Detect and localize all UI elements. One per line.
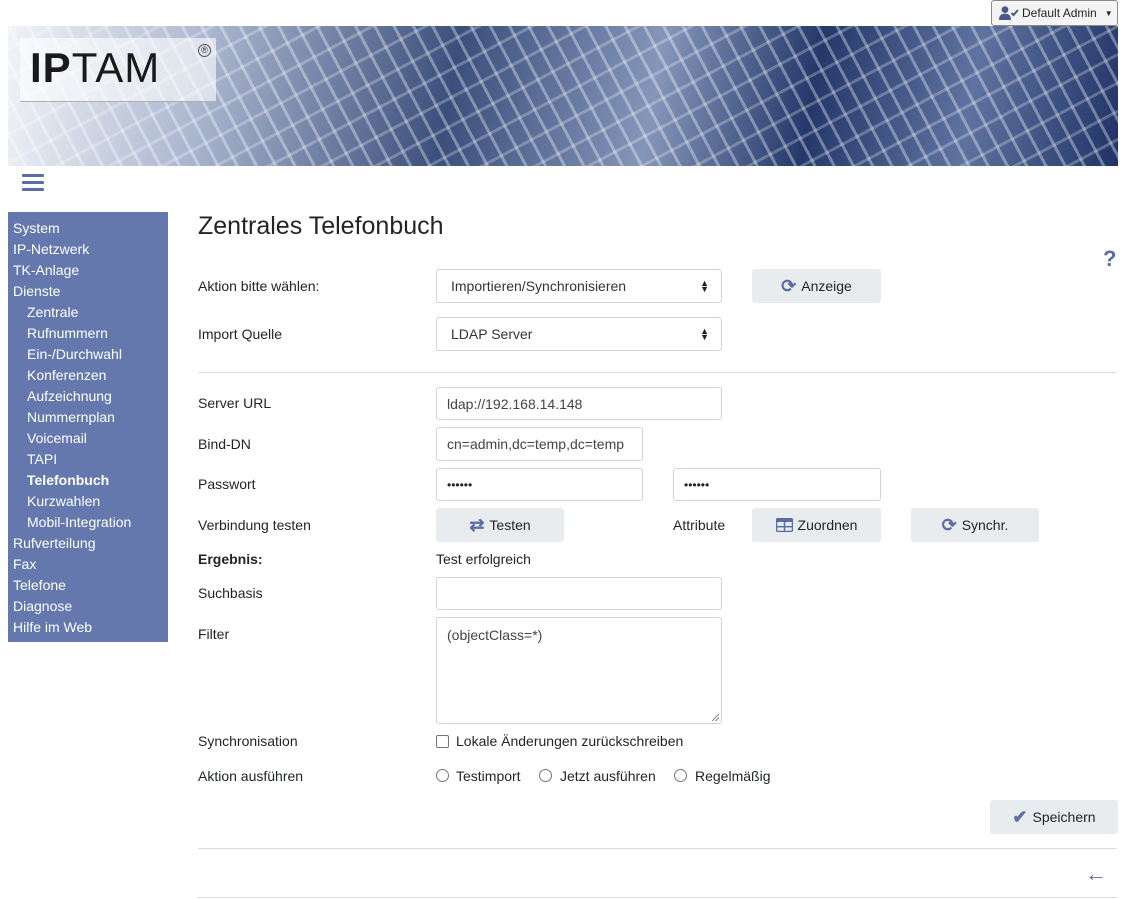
sidebar-item-dienste[interactable]: Dienste <box>8 281 168 302</box>
sidebar-item-rufverteilung[interactable]: Rufverteilung <box>8 533 168 554</box>
result-value: Test erfolgreich <box>436 551 531 567</box>
writeback-label[interactable]: Lokale Änderungen zurückschreiben <box>456 733 683 749</box>
action-select-value: Importieren/Synchronisieren <box>451 278 627 294</box>
attribute-label: Attribute <box>673 517 726 533</box>
logo-text-rest: TAM <box>71 44 161 91</box>
sidebar-item-tk-anlage[interactable]: TK-Anlage <box>8 260 168 281</box>
save-button[interactable]: ✔ Speichern <box>990 800 1118 834</box>
help-icon[interactable]: ? <box>1103 246 1116 272</box>
search-base-input[interactable] <box>436 577 722 610</box>
sidebar-item-diagnose[interactable]: Diagnose <box>8 596 168 617</box>
sidebar-item-zentrale[interactable]: Zentrale <box>8 302 168 323</box>
server-url-value: ldap://192.168.14.148 <box>447 395 583 412</box>
test-button-label: Testen <box>489 517 531 533</box>
sidebar-item-hilfe-im-web[interactable]: Hilfe im Web <box>8 617 168 638</box>
assign-button[interactable]: Zuordnen <box>752 508 881 542</box>
bind-dn-value: cn=admin,dc=temp,dc=temp <box>447 436 625 452</box>
exchange-arrows-icon: ⇄ <box>469 514 485 535</box>
filter-textarea[interactable]: (objectClass=*) <box>436 617 722 724</box>
divider <box>198 848 1117 849</box>
sidebar-item-telefone[interactable]: Telefone <box>8 575 168 596</box>
user-menu-button[interactable]: Default Admin ▼ <box>991 0 1118 26</box>
sidebar-item-ip-netzwerk[interactable]: IP-Netzwerk <box>8 239 168 260</box>
filter-label: Filter <box>198 626 230 642</box>
sync-button[interactable]: ⟳ Synchr. <box>911 508 1039 542</box>
logo: IPTAM ® <box>20 38 216 102</box>
select-arrows-icon: ▲ ▼ <box>700 278 709 294</box>
sidebar-item-nummernplan[interactable]: Nummernplan <box>8 407 168 428</box>
source-select[interactable]: LDAP Server ▲ ▼ <box>436 317 722 351</box>
sidebar-item-telefonbuch[interactable]: Telefonbuch <box>8 470 168 491</box>
result-label: Ergebnis: <box>198 551 263 567</box>
test-connection-label: Verbindung testen <box>198 517 311 533</box>
sync-button-label: Synchr. <box>961 517 1009 533</box>
search-base-label: Suchbasis <box>198 585 263 601</box>
sidebar-nav: System IP-Netzwerk TK-Anlage Dienste Zen… <box>8 212 168 642</box>
user-check-icon <box>999 6 1019 20</box>
filter-value: (objectClass=*) <box>447 627 543 643</box>
refresh-icon: ⟳ <box>941 514 957 535</box>
refresh-icon: ⟳ <box>781 275 797 296</box>
save-button-label: Speichern <box>1032 809 1096 825</box>
divider <box>198 897 1117 898</box>
run-action-label: Aktion ausführen <box>198 768 304 784</box>
test-button[interactable]: ⇄ Testen <box>436 508 564 542</box>
user-menu-label: Default Admin <box>1022 6 1097 20</box>
sidebar-item-aufzeichnung[interactable]: Aufzeichnung <box>8 386 168 407</box>
password-confirm-input[interactable]: •••••• <box>673 468 881 501</box>
radio-regelmaessig-label[interactable]: Regelmäßig <box>695 768 770 784</box>
bind-dn-label: Bind-DN <box>198 436 251 452</box>
radio-jetzt-ausfuehren[interactable] <box>539 769 552 782</box>
display-button-label: Anzeige <box>801 278 852 294</box>
radio-regelmaessig[interactable] <box>674 769 687 782</box>
logo-registered-mark: ® <box>198 44 211 57</box>
action-label: Aktion bitte wählen: <box>198 278 320 294</box>
sidebar-item-konferenzen[interactable]: Konferenzen <box>8 365 168 386</box>
radio-testimport-label[interactable]: Testimport <box>456 768 521 784</box>
sidebar-item-ein-durchwahl[interactable]: Ein-/Durchwahl <box>8 344 168 365</box>
sync-label: Synchronisation <box>198 733 298 749</box>
back-arrow-icon[interactable]: ← <box>1085 861 1107 887</box>
sidebar-item-voicemail[interactable]: Voicemail <box>8 428 168 449</box>
sidebar-item-fax[interactable]: Fax <box>8 554 168 575</box>
logo-text-bold: IP <box>30 44 72 91</box>
checkmark-icon: ✔ <box>1012 806 1028 827</box>
caret-down-icon: ▼ <box>1104 8 1113 18</box>
bind-dn-input[interactable]: cn=admin,dc=temp,dc=temp <box>436 427 643 461</box>
source-label: Import Quelle <box>198 326 283 342</box>
source-select-value: LDAP Server <box>451 326 533 342</box>
radio-testimport[interactable] <box>436 769 449 782</box>
page-title: Zentrales Telefonbuch <box>198 212 444 240</box>
select-arrows-icon: ▲ ▼ <box>700 326 709 342</box>
sidebar-item-kurzwahlen[interactable]: Kurzwahlen <box>8 491 168 512</box>
writeback-checkbox[interactable] <box>436 735 449 748</box>
radio-jetzt-ausfuehren-label[interactable]: Jetzt ausführen <box>560 768 656 784</box>
server-url-input[interactable]: ldap://192.168.14.148 <box>436 387 722 420</box>
header-banner: IPTAM ® <box>8 26 1118 166</box>
table-icon <box>775 518 793 532</box>
sidebar-item-tapi[interactable]: TAPI <box>8 449 168 470</box>
password-label: Passwort <box>198 476 256 492</box>
server-url-label: Server URL <box>198 395 272 411</box>
sidebar-item-rufnummern[interactable]: Rufnummern <box>8 323 168 344</box>
password-confirm-value: •••••• <box>684 477 710 492</box>
assign-button-label: Zuordnen <box>797 517 858 533</box>
sidebar-item-mobil-integration[interactable]: Mobil-Integration <box>8 512 168 533</box>
password-value: •••••• <box>447 477 473 492</box>
password-input[interactable]: •••••• <box>436 468 643 501</box>
action-select[interactable]: Importieren/Synchronisieren ▲ ▼ <box>436 269 722 303</box>
hamburger-menu-icon[interactable] <box>22 174 44 192</box>
resize-grip-icon[interactable] <box>712 714 719 721</box>
divider <box>198 372 1117 373</box>
sidebar-item-system[interactable]: System <box>8 218 168 239</box>
display-button[interactable]: ⟳ Anzeige <box>752 269 881 303</box>
